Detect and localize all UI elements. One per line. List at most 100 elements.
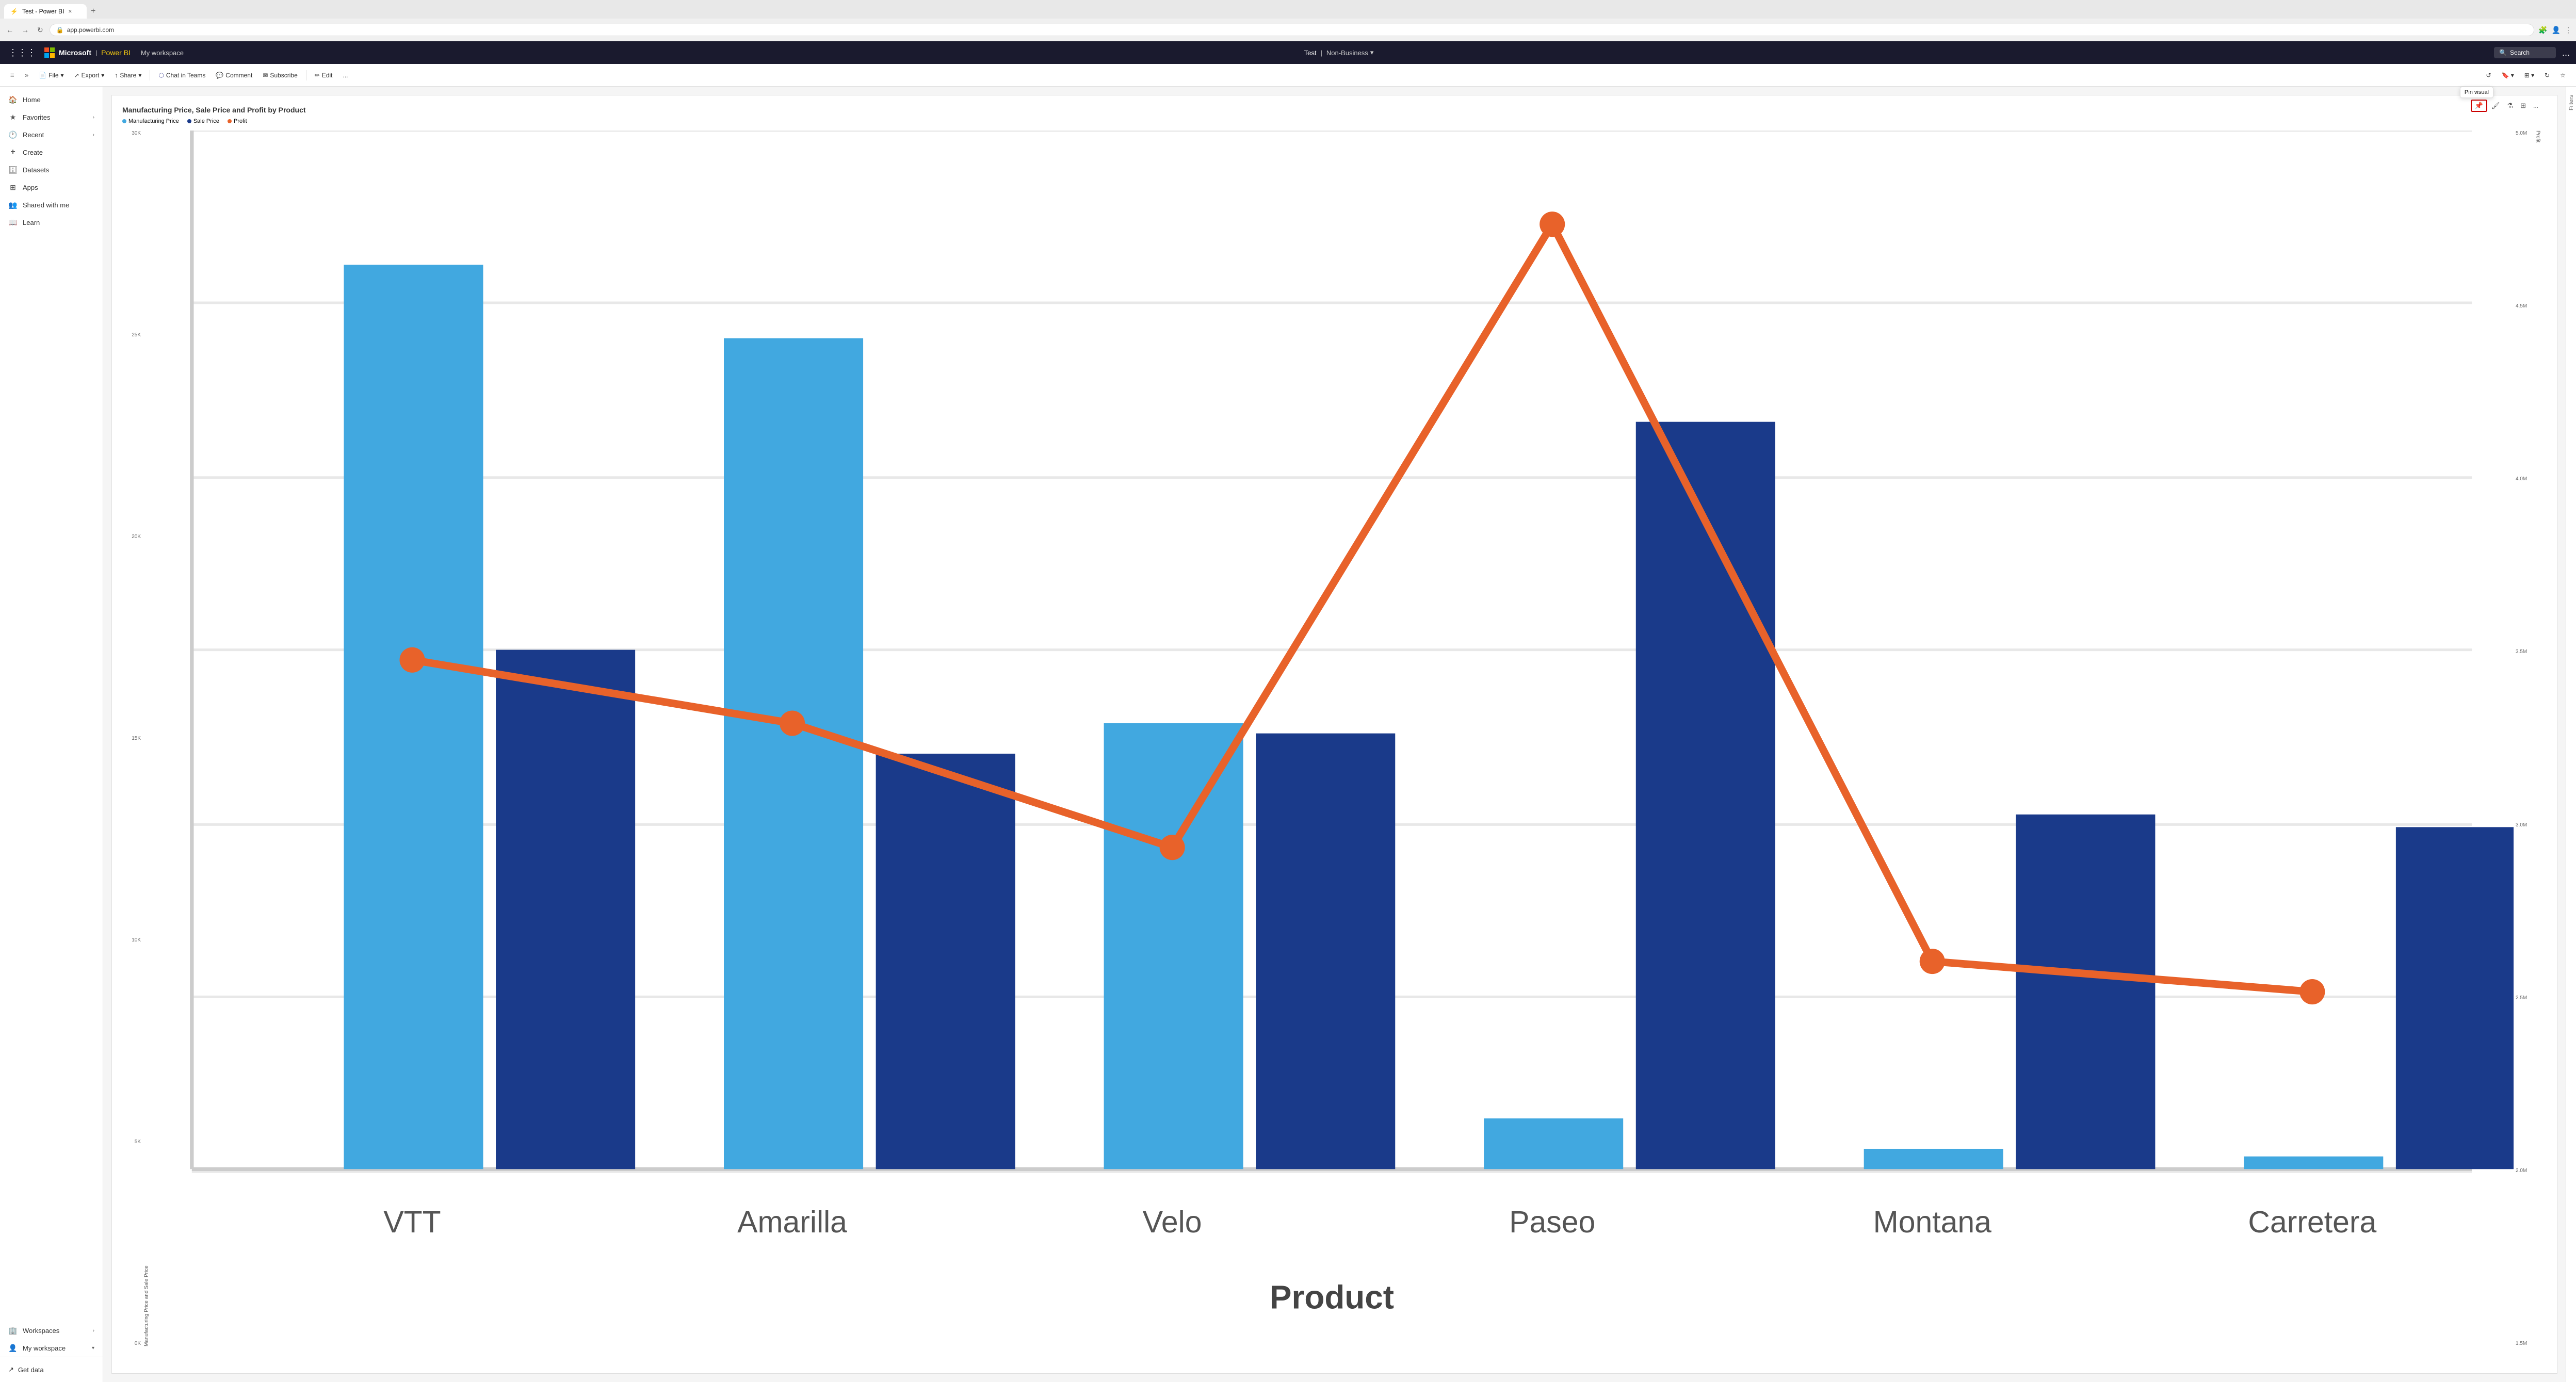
legend-label-mfg: Manufacturing Price xyxy=(128,118,179,124)
share-button[interactable]: ↑ Share ▾ xyxy=(110,70,145,81)
forward-button[interactable]: → xyxy=(20,24,31,36)
new-tab-button[interactable]: + xyxy=(87,5,100,18)
bar-vtt-mfg xyxy=(344,265,483,1169)
learn-label: Learn xyxy=(23,219,40,226)
profile-icon[interactable]: 👤 xyxy=(2552,26,2561,35)
y-left-axis-label: Manufacturing Price and Sale Price xyxy=(143,131,150,1346)
filter-visual-button[interactable]: ⚗ xyxy=(2504,100,2516,112)
sidebar-item-learn[interactable]: 📖 Learn xyxy=(0,214,103,231)
sidebar-item-apps[interactable]: ⊞ Apps xyxy=(0,178,103,196)
profit-dot-vtt xyxy=(399,647,425,673)
refresh-report-button[interactable]: ↻ xyxy=(2540,70,2554,81)
bar-amarilla-sale xyxy=(876,754,1015,1169)
y-axis-left: 30K 25K 20K 15K 10K 5K 0K xyxy=(122,131,143,1346)
legend-dot-sale xyxy=(187,119,191,123)
brand: Microsoft | Power BI xyxy=(44,47,131,58)
comment-button[interactable]: 💬 Comment xyxy=(212,70,256,81)
topbar-more-button[interactable]: ... xyxy=(2562,47,2570,58)
y-right-35m: 3.5M xyxy=(2516,649,2527,655)
search-box[interactable]: 🔍 Search xyxy=(2494,47,2556,58)
y-right-2m: 2.0M xyxy=(2516,1168,2527,1174)
more-options-icon[interactable]: ⋮ xyxy=(2565,26,2572,35)
address-bar: ← → ↻ 🔒 app.powerbi.com 🧩 👤 ⋮ xyxy=(0,19,2576,41)
workspace-label[interactable]: My workspace xyxy=(141,49,184,57)
bar-paseo-sale xyxy=(1636,422,1775,1169)
y-tick-25k: 25K xyxy=(132,332,141,338)
reset-button[interactable]: ↺ xyxy=(2482,70,2495,81)
brand-name: Microsoft xyxy=(59,48,91,57)
x-label-paseo: Paseo xyxy=(1509,1206,1595,1239)
sensitivity-text: Non-Business xyxy=(1326,49,1368,57)
file-icon: 📄 xyxy=(39,72,46,79)
bookmark-button[interactable]: 🔖 ▾ xyxy=(2497,70,2518,81)
bar-amarilla-mfg xyxy=(724,338,863,1169)
profit-dot-carretera xyxy=(2299,979,2325,1004)
extensions-icon[interactable]: 🧩 xyxy=(2538,26,2547,35)
export-label: Export xyxy=(82,72,100,79)
sidebar-item-my-workspace[interactable]: 👤 My workspace ▾ xyxy=(0,1339,103,1357)
ms-logo-green xyxy=(50,47,55,52)
tab-close-button[interactable]: × xyxy=(68,8,72,15)
active-tab[interactable]: ⚡ Test - Power BI × xyxy=(4,4,87,19)
workspaces-label: Workspaces xyxy=(23,1327,59,1335)
visual-toolbar: 📌 🖌 ⚗ ⊞ ... xyxy=(2471,100,2541,112)
chart-container: Manufacturing Price, Sale Price and Prof… xyxy=(112,95,2557,1373)
report-content: 📌 🖌 ⚗ ⊞ ... Manufacturing Price, Sale Pr… xyxy=(103,87,2566,1382)
chart-legend: Manufacturing Price Sale Price Profit xyxy=(122,118,2541,124)
sidebar-item-recent[interactable]: 🕐 Recent › xyxy=(0,126,103,143)
sidebar-item-create[interactable]: + Create xyxy=(0,143,103,161)
filters-panel[interactable]: Filters xyxy=(2566,87,2576,1382)
subscribe-button[interactable]: ✉ Subscribe xyxy=(258,70,301,81)
edit-button[interactable]: ✏ Edit xyxy=(311,70,337,81)
export-button[interactable]: ↗ Export ▾ xyxy=(70,70,109,81)
x-label-carretera: Carretera xyxy=(2248,1206,2376,1239)
apps-label: Apps xyxy=(23,184,38,191)
sidebar-item-datasets[interactable]: 🗄 Datasets xyxy=(0,161,103,178)
report-name: Test xyxy=(1304,49,1317,57)
y-right-5m: 5.0M xyxy=(2516,131,2527,136)
y-tick-15k: 15K xyxy=(132,736,141,741)
x-label-velo: Velo xyxy=(1143,1206,1202,1239)
workspaces-icon: 🏢 xyxy=(8,1326,18,1335)
my-workspace-left: 👤 My workspace xyxy=(8,1343,66,1353)
sidebar-item-shared[interactable]: 👥 Shared with me xyxy=(0,196,103,214)
visual-more-button[interactable]: ... xyxy=(2530,100,2541,111)
recent-chevron-icon: › xyxy=(93,132,94,138)
focus-mode-button[interactable]: ⊞ xyxy=(2517,100,2529,112)
pin-visual-button[interactable]: 📌 xyxy=(2471,100,2487,112)
format-visual-button[interactable]: 🖌 xyxy=(2488,100,2503,112)
favorite-button[interactable]: ☆ xyxy=(2556,70,2570,81)
file-button[interactable]: 📄 File ▾ xyxy=(35,70,68,81)
refresh-button[interactable]: ↻ xyxy=(35,24,45,37)
collapse-nav-button[interactable]: ≡ xyxy=(6,69,19,81)
back-button[interactable]: ← xyxy=(4,24,15,36)
svg-wrapper: VTT Amarilla Velo Paseo Montana Carreter… xyxy=(150,131,2514,1346)
sidebar-item-workspaces[interactable]: 🏢 Workspaces › xyxy=(0,1322,103,1339)
more-toolbar-button[interactable]: ... xyxy=(339,70,352,81)
sidebar-item-home[interactable]: 🏠 Home xyxy=(0,91,103,108)
waffle-menu-icon[interactable]: ⋮⋮⋮ xyxy=(6,45,38,60)
browser-icons: 🧩 👤 ⋮ xyxy=(2538,26,2572,35)
expand-button[interactable]: » xyxy=(21,69,33,81)
url-bar[interactable]: 🔒 app.powerbi.com xyxy=(50,24,2534,36)
profit-dot-paseo xyxy=(1540,212,1565,237)
chat-teams-button[interactable]: ⬡ Chat in Teams xyxy=(154,70,209,81)
x-label-amarilla: Amarilla xyxy=(737,1206,847,1239)
powerbi-favicon: ⚡ xyxy=(10,8,18,15)
view-button[interactable]: ⊞ ▾ xyxy=(2520,70,2538,81)
chart-with-axes: 30K 25K 20K 15K 10K 5K 0K Manufacturing … xyxy=(122,131,2541,1346)
workspaces-left: 🏢 Workspaces xyxy=(8,1326,59,1335)
chat-teams-label: Chat in Teams xyxy=(166,72,205,79)
sidebar-item-favorites[interactable]: ★ Favorites › xyxy=(0,108,103,126)
sensitivity-label[interactable]: Non-Business ▾ xyxy=(1326,48,1373,57)
subscribe-icon: ✉ xyxy=(263,72,268,79)
toolbar-right: ↺ 🔖 ▾ ⊞ ▾ ↻ ☆ xyxy=(2482,70,2570,81)
create-icon: + xyxy=(8,148,18,157)
get-data-button[interactable]: ↗ Get data xyxy=(0,1361,103,1378)
x-label-montana: Montana xyxy=(1873,1206,1991,1239)
brand-separator: | xyxy=(95,49,97,56)
datasets-left: 🗄 Datasets xyxy=(8,165,49,174)
y-tick-30k: 30K xyxy=(132,131,141,136)
bar-vtt-sale xyxy=(496,650,635,1169)
y-right-45m: 4.5M xyxy=(2516,303,2527,309)
